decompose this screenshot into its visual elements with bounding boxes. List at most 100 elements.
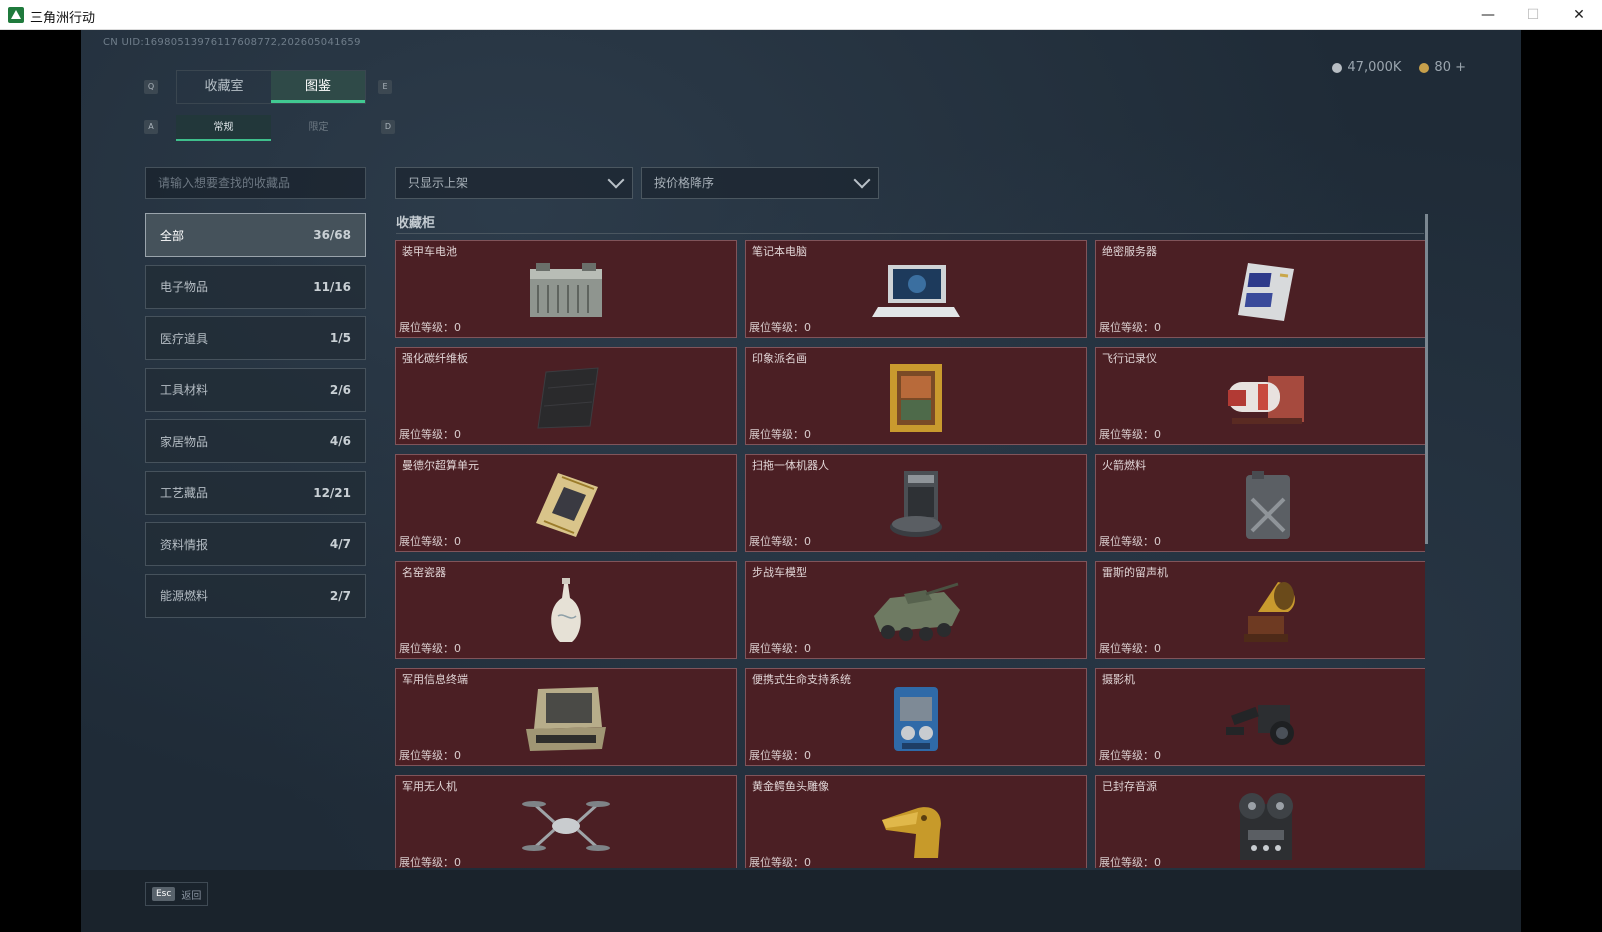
camera-icon bbox=[1218, 683, 1314, 755]
terminal-icon bbox=[518, 683, 614, 755]
collection-card[interactable]: 火箭燃料展位等级：0 bbox=[1095, 454, 1425, 552]
booth-level-label: 展位等级： bbox=[1099, 321, 1154, 334]
booth-level: 展位等级：0 bbox=[399, 533, 461, 549]
chevron-down-icon bbox=[607, 171, 625, 189]
coin-icon bbox=[1332, 62, 1343, 73]
category-count: 4/7 bbox=[329, 537, 351, 551]
display-filter-dropdown[interactable]: 只显示上架 bbox=[395, 167, 633, 199]
item-name: 火箭燃料 bbox=[1102, 459, 1146, 472]
collection-card[interactable]: 已封存音源 展位等级：0 bbox=[1095, 775, 1425, 868]
category-label: 医疗道具 bbox=[160, 331, 209, 346]
booth-level: 展位等级：0 bbox=[749, 640, 811, 656]
booth-level-value: 0 bbox=[804, 642, 811, 655]
booth-level-label: 展位等级： bbox=[749, 856, 804, 868]
esc-key-hint: Esc bbox=[152, 887, 176, 901]
category-label: 工艺藏品 bbox=[160, 486, 209, 500]
collection-card[interactable]: 军用信息终端 展位等级：0 bbox=[395, 668, 737, 766]
category-item[interactable]: 工艺藏品 12/21 bbox=[145, 470, 366, 515]
item-name: 绝密服务器 bbox=[1102, 245, 1157, 258]
booth-level-label: 展位等级： bbox=[1099, 535, 1154, 548]
collection-card[interactable]: 黄金鳄鱼头雕像 展位等级：0 bbox=[745, 775, 1087, 868]
item-name: 飞行记录仪 bbox=[1102, 352, 1157, 365]
back-button[interactable]: Esc 返回 bbox=[145, 882, 209, 906]
category-count: 2/7 bbox=[329, 588, 351, 603]
booth-level: 展位等级：0 bbox=[399, 640, 461, 656]
collection-card[interactable]: 绝密服务器展位等级：0 bbox=[1095, 240, 1425, 338]
display-filter-value: 只显示上架 bbox=[408, 176, 469, 190]
letterbox-right bbox=[1521, 30, 1602, 932]
sort-dropdown[interactable]: 按价格降序 bbox=[641, 167, 879, 199]
window-title: 三角洲行动 bbox=[30, 11, 96, 26]
collection-grid: 装甲车电池 展位等级：0 笔记本电脑 展位等级：0 绝密服务器 展位等级：0 强化碳纤维板展… bbox=[395, 240, 1425, 868]
collection-card[interactable]: 装甲车电池 展位等级：0 bbox=[395, 240, 737, 338]
item-name: 已封存音源 bbox=[1102, 780, 1157, 793]
collection-card[interactable]: 扫拖一体机器人 展位等级：0 bbox=[745, 454, 1087, 552]
drone-icon bbox=[518, 790, 614, 862]
category-label: 全部 bbox=[160, 228, 185, 243]
item-name: 强化碳纤维板 bbox=[402, 352, 468, 365]
collection-card[interactable]: 步战车模型展位等级：0 bbox=[745, 561, 1087, 659]
tab-collection-room[interactable]: 收藏室 bbox=[177, 71, 271, 103]
search-input[interactable]: 请输入想要查找的收藏品 bbox=[145, 167, 366, 199]
booth-level-label: 展位等级： bbox=[399, 749, 454, 762]
item-name: 笔记本电脑 bbox=[752, 245, 807, 258]
category-count: 4/6 bbox=[329, 434, 351, 448]
collection-card[interactable]: 强化碳纤维板 展位等级：0 bbox=[395, 347, 737, 445]
category-item[interactable]: 能源燃料 2/7 bbox=[145, 573, 366, 618]
item-name: 印象派名画 bbox=[752, 352, 807, 365]
booth-level-label: 展位等级： bbox=[1099, 642, 1154, 655]
booth-level: 展位等级：0 bbox=[399, 319, 461, 335]
item-name: 步战车模型 bbox=[752, 566, 807, 579]
booth-level-value: 0 bbox=[1154, 535, 1161, 548]
collection-card[interactable]: 便携式生命支持系统 展位等级：0 bbox=[745, 668, 1087, 766]
item-name: 扫拖一体机器人 bbox=[752, 459, 829, 472]
key-hint-a: A bbox=[144, 120, 158, 134]
category-item[interactable]: 家居物品 4/6 bbox=[145, 419, 366, 463]
booth-level-label: 展位等级： bbox=[399, 535, 454, 548]
item-name: 曼德尔超算单元 bbox=[402, 459, 479, 472]
close-button[interactable]: ✕ bbox=[1556, 0, 1602, 30]
booth-level-value: 0 bbox=[1154, 856, 1161, 868]
collection-card[interactable]: 印象派名画展位等级：0 bbox=[745, 347, 1087, 445]
category-count: 36/68 bbox=[313, 228, 351, 242]
category-item[interactable]: 资料情报 4/7 bbox=[145, 522, 366, 566]
booth-level-value: 0 bbox=[454, 535, 461, 548]
key-hint-d: D bbox=[381, 120, 395, 134]
booth-level-label: 展位等级： bbox=[749, 642, 804, 655]
booth-level: 展位等级：0 bbox=[1099, 319, 1161, 335]
collection-card[interactable]: 飞行记录仪 展位等级：0 bbox=[1095, 347, 1425, 445]
item-name: 黄金鳄鱼头雕像 bbox=[752, 780, 829, 793]
booth-level: 展位等级：0 bbox=[1099, 533, 1161, 549]
tab-regular[interactable]: 常规 bbox=[176, 115, 271, 141]
tab-limited[interactable]: 限定 bbox=[271, 115, 366, 141]
reel-recorder-icon bbox=[1218, 790, 1314, 862]
collection-card[interactable]: 军用无人机 展位等级：0 bbox=[395, 775, 737, 868]
category-item[interactable]: 电子物品 11/16 bbox=[145, 264, 366, 309]
category-item[interactable]: 医疗道具 1/5 bbox=[145, 316, 366, 360]
category-item[interactable]: 全部 36/68 bbox=[145, 213, 366, 257]
gold-statue-icon bbox=[868, 790, 964, 862]
booth-level: 展位等级：0 bbox=[749, 426, 811, 442]
booth-level-label: 展位等级： bbox=[749, 321, 804, 334]
collection-card[interactable]: 雷斯的留声机 展位等级：0 bbox=[1095, 561, 1425, 659]
booth-level-label: 展位等级： bbox=[1099, 428, 1154, 441]
key-hint-e: E bbox=[378, 80, 392, 94]
collection-card[interactable]: 名窑瓷器 展位等级：0 bbox=[395, 561, 737, 659]
maximize-button[interactable]: ☐ bbox=[1510, 0, 1556, 30]
booth-level: 展位等级：0 bbox=[399, 747, 461, 763]
collection-card[interactable]: 曼德尔超算单元 展位等级：0 bbox=[395, 454, 737, 552]
ticket-balance[interactable]: 80 + bbox=[1419, 60, 1466, 75]
booth-level-value: 0 bbox=[804, 856, 811, 868]
collection-card[interactable]: 摄影机 展位等级：0 bbox=[1095, 668, 1425, 766]
category-label: 工具材料 bbox=[160, 383, 209, 397]
ifv-model-icon bbox=[868, 576, 964, 648]
fuel-can-icon bbox=[1218, 469, 1314, 541]
grid-scrollbar[interactable] bbox=[1425, 214, 1428, 544]
painting-icon bbox=[868, 362, 964, 434]
booth-level: 展位等级：0 bbox=[749, 747, 811, 763]
collection-card[interactable]: 笔记本电脑 展位等级：0 bbox=[745, 240, 1087, 338]
minimize-button[interactable]: — bbox=[1465, 0, 1511, 30]
vase-icon bbox=[518, 576, 614, 648]
tab-catalog[interactable]: 图鉴 bbox=[271, 71, 365, 103]
category-item[interactable]: 工具材料 2/6 bbox=[145, 367, 366, 412]
